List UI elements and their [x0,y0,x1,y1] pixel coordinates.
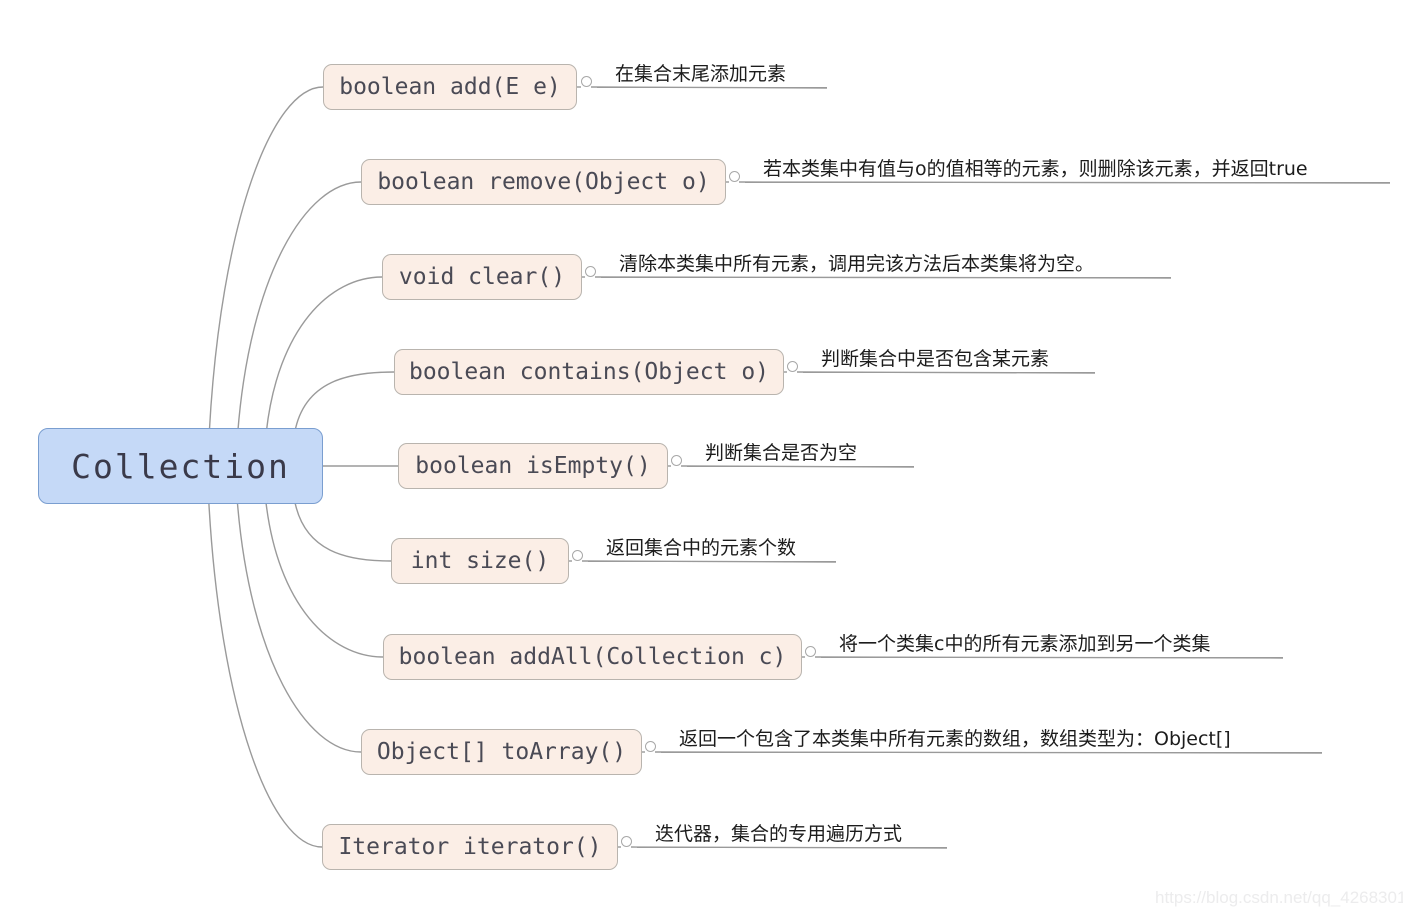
note-underline [597,87,827,88]
method-node-label: boolean remove(Object o) [377,169,710,195]
note-underline [745,182,1390,183]
branch-edge [265,276,383,433]
note: 将一个类集c中的所有元素添加到另一个类集 [821,625,1283,658]
method-node-label: boolean addAll(Collection c) [398,644,787,670]
method-node-label: boolean add(E e) [339,74,561,100]
branch-edge [208,86,324,433]
method-node[interactable]: void clear() [382,254,582,300]
connector-dot-icon [805,646,816,657]
note-underline [588,561,836,562]
method-node-label: Object[] toArray() [376,739,627,765]
method-node[interactable]: Iterator iterator() [322,824,618,870]
note: 判断集合中是否包含某元素 [803,340,1095,373]
note: 返回一个包含了本类集中所有元素的数组，数组类型为：Object[] [661,720,1322,753]
branch-edge [265,499,384,658]
method-node-label: int size() [410,548,550,574]
connector-dot-icon [671,455,682,466]
note-text: 迭代器，集合的专用遍历方式 [655,823,903,845]
note-underline [601,277,1171,278]
root-node-collection[interactable]: Collection [38,428,323,504]
note: 迭代器，集合的专用遍历方式 [637,815,947,848]
note-text: 判断集合中是否包含某元素 [821,348,1050,370]
note-underline [821,657,1283,658]
method-node[interactable]: Object[] toArray() [361,729,642,775]
method-node[interactable]: boolean contains(Object o) [394,349,784,395]
note: 清除本类集中所有元素，调用完该方法后本类集将为空。 [601,245,1171,278]
note-underline [637,847,947,848]
connector-dot-icon [645,741,656,752]
method-node-label: Iterator iterator() [338,834,602,860]
connector-dot-icon [729,171,740,182]
branch-edge [236,499,362,753]
connector-dot-icon [585,266,596,277]
connector-dot-icon [581,76,592,87]
note-text: 清除本类集中所有元素，调用完该方法后本类集将为空。 [619,253,1095,275]
connector-dot-icon [621,836,632,847]
note-text: 将一个类集c中的所有元素添加到另一个类集 [839,633,1211,655]
note-text: 返回一个包含了本类集中所有元素的数组，数组类型为：Object[] [679,728,1231,750]
method-node[interactable]: int size() [391,538,569,584]
method-node-label: boolean contains(Object o) [408,359,770,385]
branch-edge [294,371,395,433]
method-node-label: boolean isEmpty() [415,453,651,479]
note-text: 若本类集中有值与o的值相等的元素，则删除该元素，并返回true [763,158,1308,180]
method-node[interactable]: boolean addAll(Collection c) [383,634,802,680]
method-node[interactable]: boolean add(E e) [323,64,577,110]
note: 在集合末尾添加元素 [597,55,827,88]
root-node-label: Collection [71,446,290,486]
branch-edge [293,499,392,562]
method-node-label: void clear() [398,264,566,290]
branch-edge [237,181,362,433]
connector-dot-icon [787,361,798,372]
note-underline [687,466,914,467]
branch-edge [208,499,323,848]
note-underline [803,372,1095,373]
note: 返回集合中的元素个数 [588,529,836,562]
note: 判断集合是否为空 [687,434,914,467]
note-text: 判断集合是否为空 [705,442,858,464]
note-text: 在集合末尾添加元素 [615,63,787,85]
watermark: https://blog.csdn.net/qq_42683011 [1155,888,1403,907]
mindmap-canvas: Collection boolean add(E e) 在集合末尾添加元素 bool… [0,0,1403,919]
note-text: 返回集合中的元素个数 [606,537,797,559]
connector-dot-icon [572,550,583,561]
note: 若本类集中有值与o的值相等的元素，则删除该元素，并返回true [745,150,1390,183]
method-node[interactable]: boolean remove(Object o) [361,159,726,205]
note-underline [661,752,1322,753]
method-node[interactable]: boolean isEmpty() [398,443,668,489]
